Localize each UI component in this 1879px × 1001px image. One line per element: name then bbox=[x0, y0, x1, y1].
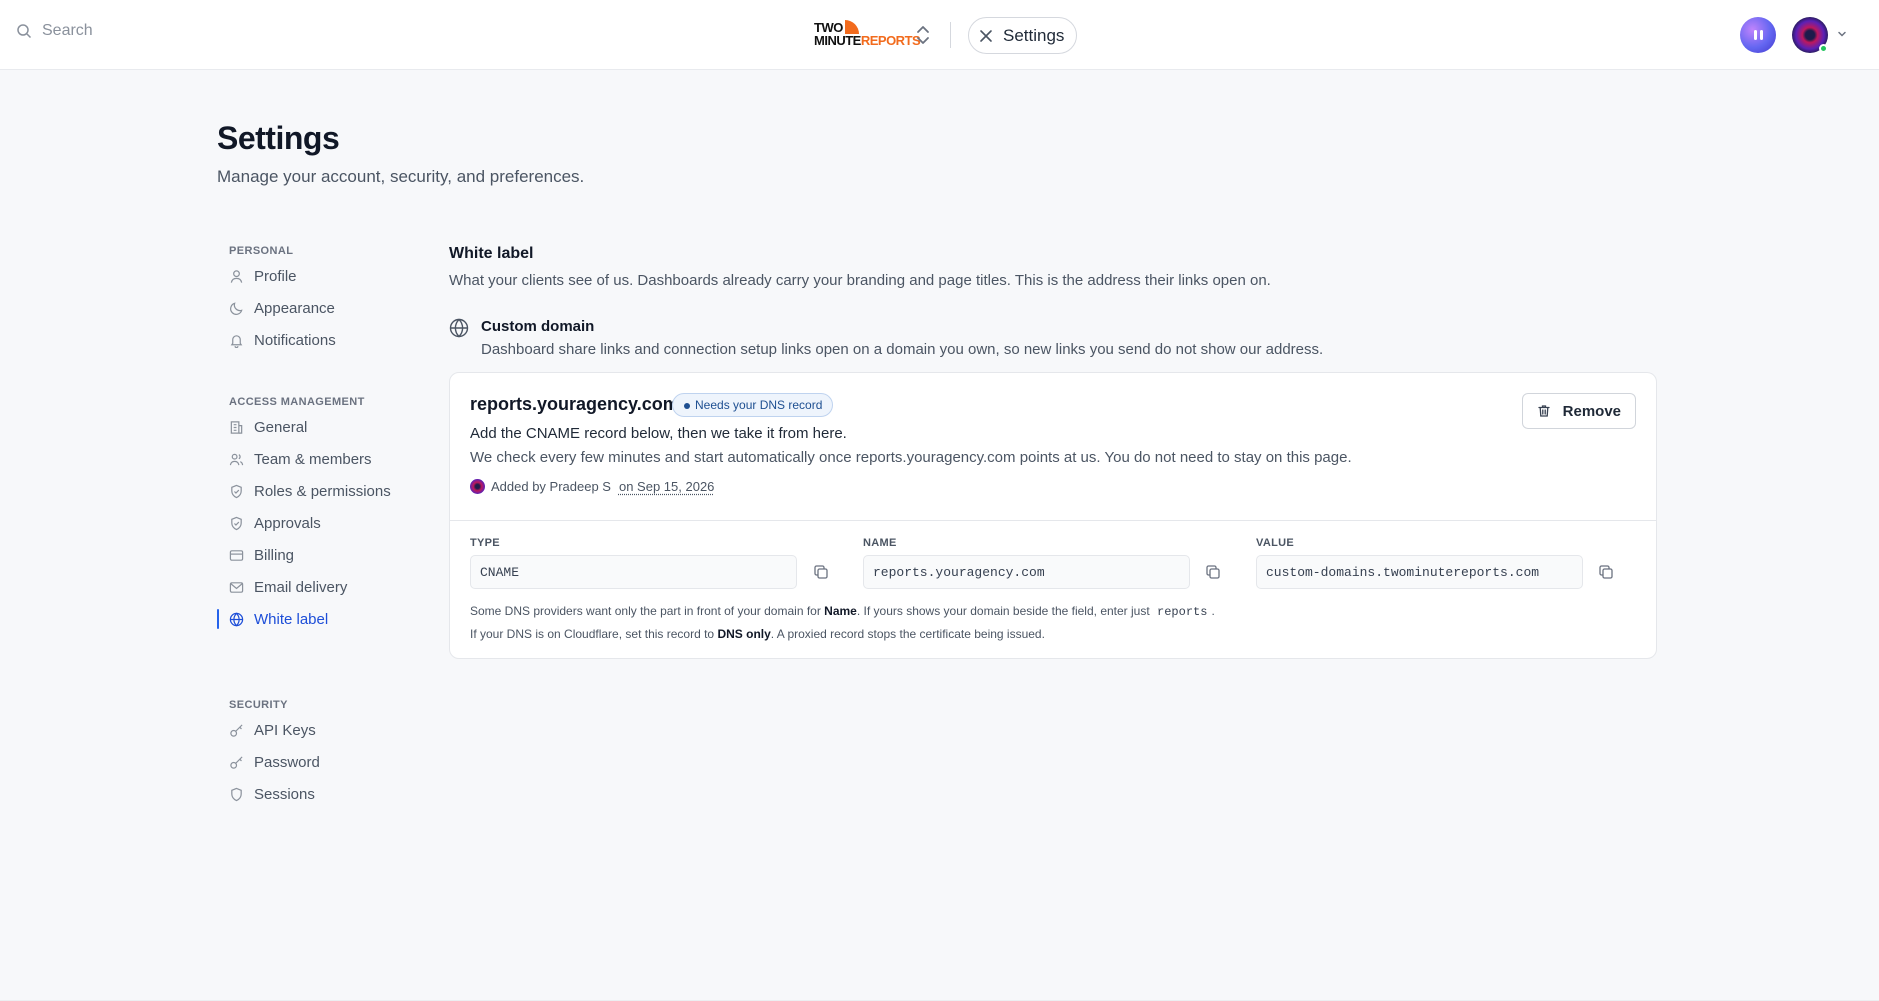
value-field[interactable]: custom-domains.twominutereports.com bbox=[1256, 555, 1583, 589]
moon-icon bbox=[230, 301, 243, 315]
logo-word-minute: MINUTE bbox=[814, 33, 861, 48]
sidebar-section-access-management: ACCESS MANAGEMENT bbox=[229, 396, 365, 408]
users-icon bbox=[229, 453, 244, 465]
sidebar-item-sessions[interactable]: Sessions bbox=[217, 779, 417, 809]
logo-mark-icon bbox=[844, 20, 859, 34]
copy-icon[interactable] bbox=[1205, 564, 1221, 580]
topbar-divider bbox=[950, 22, 951, 48]
globe-icon bbox=[229, 612, 244, 626]
domain-name: reports.youragency.com bbox=[470, 394, 679, 414]
sidebar-section-security: SECURITY bbox=[229, 699, 288, 711]
key-icon bbox=[230, 723, 243, 737]
sidebar-item-email-delivery[interactable]: Email delivery bbox=[217, 572, 417, 602]
sidebar-item-label: Approvals bbox=[254, 514, 321, 532]
shield-check-icon bbox=[231, 516, 242, 530]
key-icon bbox=[230, 755, 243, 769]
sidebar-item-appearance[interactable]: Appearance bbox=[217, 293, 417, 323]
remove-button-label: Remove bbox=[1562, 402, 1621, 420]
type-label: TYPE bbox=[470, 537, 500, 549]
sidebar-item-profile[interactable]: Profile bbox=[217, 261, 417, 291]
added-by-meta: Added by Pradeep S on Sep 15, 2026 bbox=[470, 479, 714, 494]
globe-icon bbox=[449, 318, 469, 338]
online-status-dot bbox=[1819, 44, 1828, 53]
page-title: Settings bbox=[217, 120, 340, 156]
status-badge: Needs your DNS record bbox=[672, 393, 834, 417]
credit-card-icon bbox=[229, 549, 244, 561]
sidebar-item-roles-permissions[interactable]: Roles & permissions bbox=[217, 476, 417, 506]
cloudflare-hint: If your DNS is on Cloudflare, set this r… bbox=[470, 627, 1045, 641]
sidebar-item-label: API Keys bbox=[254, 721, 316, 739]
sidebar-item-approvals[interactable]: Approvals bbox=[217, 508, 417, 538]
type-field[interactable]: CNAME bbox=[470, 555, 797, 589]
mail-icon bbox=[229, 581, 244, 593]
sidebar-item-label: Team & members bbox=[254, 450, 372, 468]
building-icon bbox=[230, 420, 243, 434]
sidebar-item-label: Billing bbox=[254, 546, 295, 564]
name-field[interactable]: reports.youragency.com bbox=[863, 555, 1190, 589]
dns-check-note: We check every few minutes and start aut… bbox=[470, 449, 1352, 466]
sidebar-item-label: Password bbox=[254, 753, 320, 771]
bell-icon bbox=[230, 334, 243, 348]
sidebar-item-label: Sessions bbox=[254, 785, 315, 803]
domain-card: reports.youragency.com Needs your DNS re… bbox=[449, 372, 1657, 659]
remove-button[interactable]: Remove bbox=[1521, 393, 1636, 429]
dns-name-hint: Some DNS providers want only the part in… bbox=[470, 604, 1215, 619]
sidebar-item-general[interactable]: General bbox=[217, 412, 417, 442]
added-by-text: Added by Pradeep S bbox=[491, 479, 611, 494]
search-icon bbox=[17, 24, 32, 39]
avatar bbox=[470, 479, 485, 494]
page-subtitle: Manage your account, security, and prefe… bbox=[217, 167, 585, 186]
logo-word-reports: REPORTS bbox=[860, 33, 921, 48]
sidebar-item-label: Notifications bbox=[254, 331, 336, 349]
custom-domain-title: Custom domain bbox=[481, 318, 595, 335]
sidebar-item-team-members[interactable]: Team & members bbox=[217, 444, 417, 474]
workspace-switcher-icon[interactable] bbox=[913, 23, 933, 47]
chevron-down-icon[interactable] bbox=[1836, 28, 1848, 40]
copy-icon[interactable] bbox=[1598, 564, 1614, 580]
user-avatar[interactable] bbox=[1792, 17, 1828, 53]
card-divider bbox=[450, 520, 1656, 521]
top-bar: Search TWO MINUTEREPORTS Settings bbox=[0, 0, 1879, 70]
sidebar-item-api-keys[interactable]: API Keys bbox=[217, 715, 417, 745]
brand-logo[interactable]: TWO MINUTEREPORTS bbox=[814, 20, 921, 48]
tab-settings-label: Settings bbox=[1003, 25, 1065, 45]
user-icon bbox=[230, 269, 243, 283]
sidebar-item-label: Roles & permissions bbox=[254, 482, 391, 500]
added-date[interactable]: on Sep 15, 2026 bbox=[619, 479, 714, 494]
sidebar-item-notifications[interactable]: Notifications bbox=[217, 325, 417, 355]
shield-check-icon bbox=[231, 484, 242, 498]
section-description: What your clients see of us. Dashboards … bbox=[449, 272, 1271, 289]
sidebar-item-label: General bbox=[254, 418, 308, 436]
search-input[interactable]: Search bbox=[16, 22, 93, 40]
assistant-avatar[interactable] bbox=[1740, 17, 1776, 53]
trash-icon bbox=[1537, 405, 1550, 417]
name-label: NAME bbox=[863, 537, 897, 549]
sidebar-item-billing[interactable]: Billing bbox=[217, 540, 417, 570]
sidebar-item-label: Email delivery bbox=[254, 578, 348, 596]
sidebar-section-personal: PERSONAL bbox=[229, 245, 294, 257]
search-placeholder: Search bbox=[42, 22, 93, 39]
sidebar-item-white-label[interactable]: White label bbox=[217, 604, 417, 634]
custom-domain-description: Dashboard share links and connection set… bbox=[481, 341, 1324, 358]
dns-instruction: Add the CNAME record below, then we take… bbox=[470, 425, 847, 442]
sidebar-item-label: White label bbox=[254, 610, 329, 628]
value-label: VALUE bbox=[1256, 537, 1294, 549]
sidebar-item-label: Appearance bbox=[254, 299, 335, 317]
sidebar-item-password[interactable]: Password bbox=[217, 747, 417, 777]
shield-icon bbox=[231, 787, 242, 801]
copy-icon[interactable] bbox=[813, 564, 829, 580]
close-icon[interactable] bbox=[979, 29, 993, 43]
tab-settings[interactable]: Settings bbox=[968, 17, 1078, 54]
section-title: White label bbox=[449, 245, 534, 262]
sidebar-item-label: Profile bbox=[254, 267, 297, 285]
